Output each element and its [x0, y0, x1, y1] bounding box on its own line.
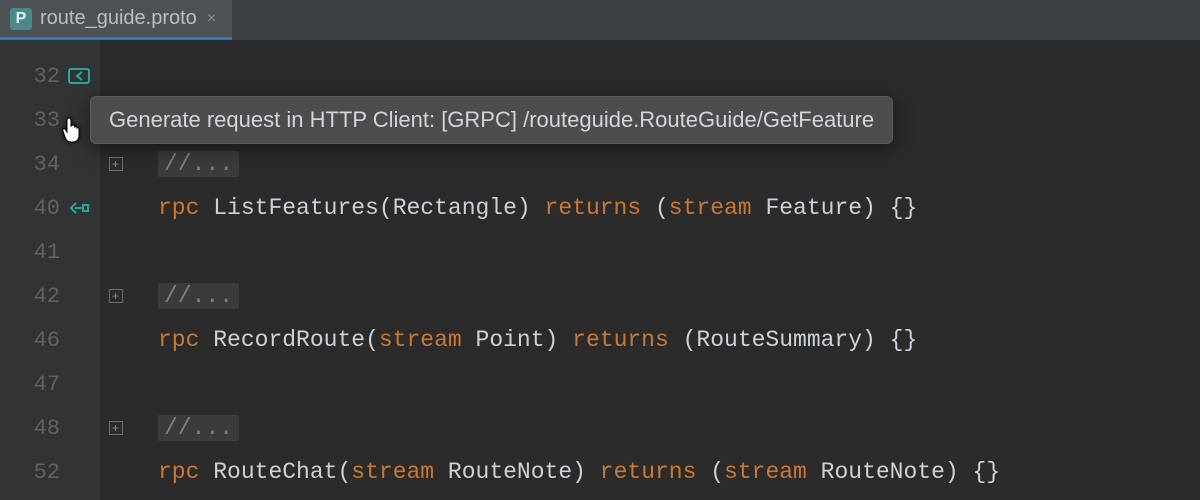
line-number: 48	[26, 416, 60, 441]
code-line	[158, 230, 1200, 274]
type: RouteSummary	[696, 327, 862, 353]
type: RouteNote	[448, 459, 572, 485]
punct: )	[545, 327, 559, 353]
punct: (	[655, 195, 669, 221]
fold-expand-icon[interactable]: +	[109, 289, 123, 303]
line-number: 34	[26, 152, 60, 177]
http-request-gutter-icon[interactable]	[68, 68, 90, 84]
line-number: 41	[26, 240, 60, 265]
line-number: 47	[26, 372, 60, 397]
pointer-cursor-icon	[60, 116, 86, 144]
keyword-returns: returns	[600, 459, 697, 485]
punct: (	[337, 459, 351, 485]
tab-bar: P route_guide.proto ×	[0, 0, 1200, 40]
punct: )	[945, 459, 959, 485]
gutter-tooltip: Generate request in HTTP Client: [GRPC] …	[90, 96, 893, 144]
identifier: RouteChat	[213, 459, 337, 485]
braces: {}	[890, 327, 918, 353]
code-line: rpc RouteChat(stream RouteNote) returns …	[158, 450, 1200, 494]
line-number: 32	[26, 64, 60, 89]
line-number: 46	[26, 328, 60, 353]
keyword-rpc: rpc	[158, 459, 199, 485]
code-line: //...	[158, 274, 1200, 318]
punct: )	[862, 327, 876, 353]
tab-route-guide-proto[interactable]: P route_guide.proto ×	[0, 0, 232, 40]
keyword-stream: stream	[351, 459, 434, 485]
punct: (	[379, 195, 393, 221]
close-icon[interactable]: ×	[205, 10, 219, 28]
keyword-stream: stream	[669, 195, 752, 221]
punct: (	[710, 459, 724, 485]
type: Point	[476, 327, 545, 353]
editor-area: 32 33 34 40 41 42 46 47 48 52	[0, 40, 1200, 500]
keyword-returns: returns	[572, 327, 669, 353]
keyword-stream: stream	[379, 327, 462, 353]
type: Rectangle	[393, 195, 517, 221]
line-number: 42	[26, 284, 60, 309]
punct: (	[683, 327, 697, 353]
http-request-gutter-icon[interactable]	[68, 200, 90, 216]
keyword-stream: stream	[724, 459, 807, 485]
code-line: rpc RecordRoute(stream Point) returns (R…	[158, 318, 1200, 362]
tab-filename: route_guide.proto	[40, 7, 197, 30]
fold-expand-icon[interactable]: +	[109, 157, 123, 171]
comment: //...	[158, 283, 239, 309]
ide-window: P route_guide.proto × 32 33 34 40 41 42	[0, 0, 1200, 500]
punct: (	[365, 327, 379, 353]
comment: //...	[158, 151, 239, 177]
code-line: //...	[158, 406, 1200, 450]
fold-expand-icon[interactable]: +	[109, 421, 123, 435]
punct: )	[862, 195, 876, 221]
braces: {}	[890, 195, 918, 221]
punct: )	[517, 195, 531, 221]
punct: )	[572, 459, 586, 485]
gutter: 32 33 34 40 41 42 46 47 48 52	[0, 40, 100, 500]
proto-file-icon: P	[10, 8, 32, 30]
code-line: //...	[158, 142, 1200, 186]
line-number: 33	[26, 108, 60, 133]
identifier: ListFeatures	[213, 195, 379, 221]
type: Feature	[765, 195, 862, 221]
code-line: rpc ListFeatures(Rectangle) returns (str…	[158, 186, 1200, 230]
code-line	[158, 362, 1200, 406]
type: RouteNote	[821, 459, 945, 485]
line-number: 52	[26, 460, 60, 485]
comment: //...	[158, 415, 239, 441]
braces: {}	[973, 459, 1001, 485]
keyword-returns: returns	[545, 195, 642, 221]
identifier: RecordRoute	[213, 327, 365, 353]
keyword-rpc: rpc	[158, 327, 199, 353]
code-line	[158, 54, 1200, 98]
keyword-rpc: rpc	[158, 195, 199, 221]
line-number: 40	[26, 196, 60, 221]
